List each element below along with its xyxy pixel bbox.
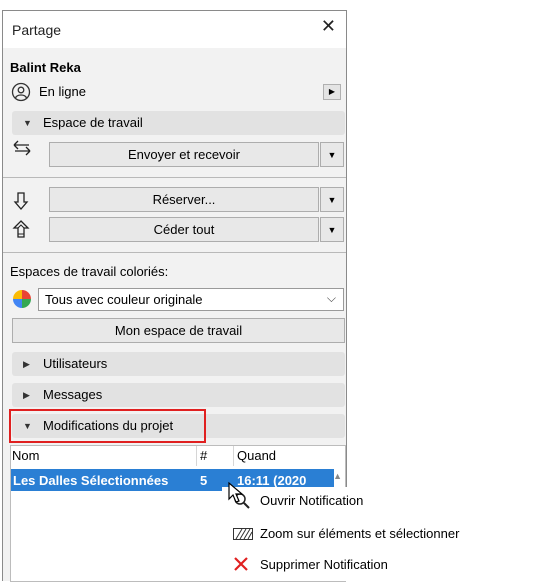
user-status: En ligne (39, 84, 86, 99)
expand-arrow-icon: ▶ (23, 359, 30, 369)
scroll-up-arrow-icon[interactable]: ▲ (333, 471, 342, 481)
release-arrow-icon (11, 219, 31, 244)
workspace-header-label: Espace de travail (43, 115, 143, 130)
my-workspace-label: Mon espace de travail (114, 323, 243, 338)
close-icon[interactable]: ✕ (321, 16, 336, 37)
colored-workspaces-label: Espaces de travail coloriés: (10, 264, 169, 279)
menu-item-zoom-select[interactable]: Zoom sur éléments et sélectionner (222, 520, 536, 550)
divider (3, 177, 346, 178)
send-receive-dropdown[interactable]: ▼ (320, 142, 344, 167)
messages-section-header[interactable]: ▶ Messages (12, 383, 345, 407)
release-all-dropdown[interactable]: ▼ (320, 217, 344, 242)
reserve-button[interactable]: Réserver... (49, 187, 319, 212)
send-receive-button[interactable]: Envoyer et recevoir (49, 142, 319, 167)
color-mode-selected: Tous avec couleur originale (45, 292, 203, 307)
menu-item-label: Supprimer Notification (260, 557, 388, 572)
chevron-down-icon: ⌵ (326, 291, 336, 305)
collapse-arrow-icon: ▼ (23, 118, 32, 128)
context-menu: Ouvrir Notification Zoom sur éléments et… (222, 487, 536, 581)
release-all-label: Céder tout (153, 222, 215, 237)
reserve-arrow-icon (13, 191, 29, 216)
status-expand-button[interactable]: ▶ (323, 84, 341, 100)
row-name: Les Dalles Sélectionnées (13, 473, 169, 488)
color-mode-select[interactable]: Tous avec couleur originale ⌵ (38, 288, 344, 311)
send-receive-label: Envoyer et recevoir (128, 147, 240, 162)
panel-title: Partage (12, 22, 62, 38)
user-status-icon (11, 82, 31, 105)
column-separator (233, 446, 234, 466)
user-name: Balint Reka (10, 60, 81, 75)
menu-item-delete-notification[interactable]: Supprimer Notification (222, 551, 536, 581)
mouse-cursor-icon (227, 481, 249, 511)
color-wheel-icon (12, 289, 32, 312)
divider (3, 252, 346, 253)
release-all-button[interactable]: Céder tout (49, 217, 319, 242)
column-separator (196, 446, 197, 466)
menu-item-label: Zoom sur éléments et sélectionner (260, 526, 460, 541)
menu-item-label: Ouvrir Notification (260, 493, 364, 508)
send-receive-icon (12, 139, 32, 162)
column-header-name[interactable]: Nom (12, 446, 39, 466)
red-x-icon (233, 556, 249, 576)
expand-arrow-icon: ▶ (23, 390, 30, 400)
menu-item-open-notification[interactable]: Ouvrir Notification (222, 487, 536, 517)
column-header-when[interactable]: Quand (237, 446, 276, 466)
my-workspace-button[interactable]: Mon espace de travail (12, 318, 345, 343)
highlight-annotation-box (9, 409, 206, 443)
workspace-section-header[interactable]: ▼ Espace de travail (12, 111, 345, 135)
title-bar: Partage ✕ (3, 11, 346, 48)
row-count: 5 (200, 473, 208, 488)
users-section-header[interactable]: ▶ Utilisateurs (12, 352, 345, 376)
reserve-dropdown[interactable]: ▼ (320, 187, 344, 212)
column-header-count[interactable]: # (200, 446, 207, 466)
users-header-label: Utilisateurs (43, 356, 108, 371)
reserve-label: Réserver... (152, 192, 216, 207)
hatched-zoom-icon (233, 525, 253, 544)
messages-header-label: Messages (43, 387, 103, 402)
